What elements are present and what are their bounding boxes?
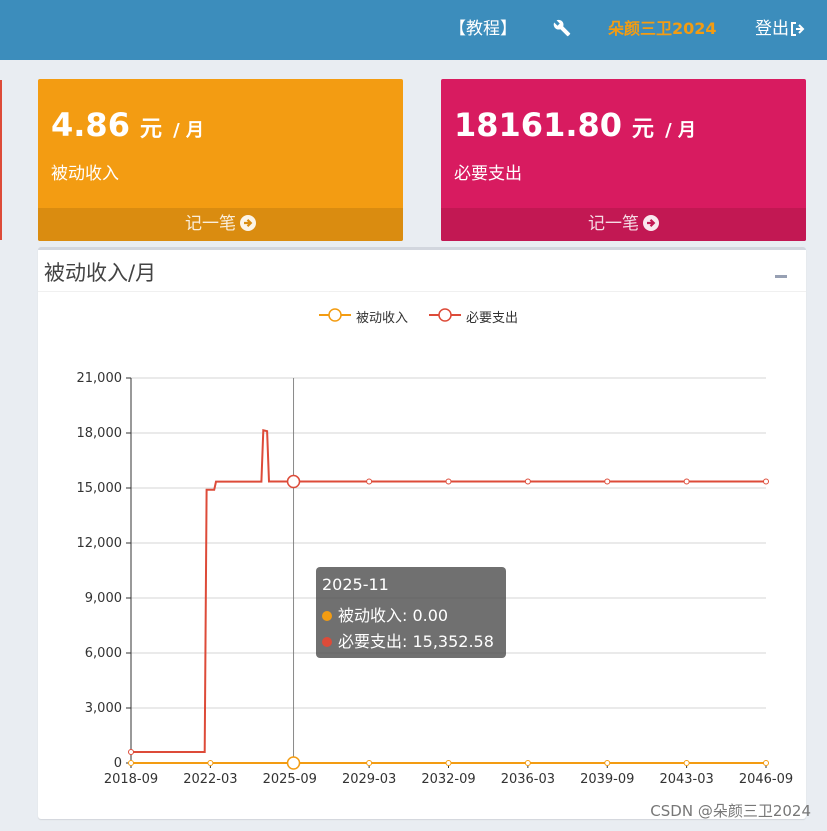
data-point [524,760,531,766]
tooltip-expense-text: 必要支出: 15,352.58 [338,632,494,651]
data-point [128,749,134,755]
y-tick-label: 0 [114,756,122,771]
data-point [683,760,690,766]
chart-tooltip: 2025-11 被动收入: 0.00 必要支出: 15,352.58 [316,567,506,658]
tooltip-row-expense: 必要支出: 15,352.58 [322,628,494,652]
data-point [763,760,769,766]
y-tick-label: 18,000 [77,426,123,441]
x-tick-label: 2018-09 [104,772,158,787]
data-point [683,478,690,485]
data-point [604,760,611,766]
data-point [445,760,452,766]
data-point [763,478,769,485]
csdn-watermark: CSDN @朵颜三卫2024 [650,802,811,820]
tooltip-income-dot [322,610,332,621]
highlight-point [286,756,301,770]
x-tick-label: 2029-03 [342,772,396,787]
data-point [524,478,531,485]
tooltip-date: 2025-11 [322,575,389,594]
data-point [604,478,611,485]
highlight-point [286,474,301,489]
data-point [445,478,452,485]
tooltip-expense-dot [322,636,332,647]
x-tick-label: 2025-09 [263,772,317,787]
tooltip-row-income: 被动收入: 0.00 [322,602,448,626]
data-point [128,760,134,766]
tooltip-income-text: 被动收入: 0.00 [338,606,449,625]
x-tick-label: 2039-09 [580,772,634,787]
y-tick-label: 12,000 [77,536,123,551]
x-tick-label: 2046-09 [739,772,793,787]
data-point [366,760,373,766]
y-tick-label: 21,000 [77,371,123,386]
line-chart: 0 3,000 6,000 9,000 12,000 15,000 18,000 21,000… [77,371,794,787]
data-point [207,760,214,766]
y-tick-label: 6,000 [85,646,122,661]
x-tick-label: 2032-09 [421,772,475,787]
y-tick-label: 9,000 [85,591,122,606]
y-tick-label: 3,000 [85,701,122,716]
y-tick-label: 15,000 [77,481,123,496]
data-point [366,478,373,485]
x-tick-label: 2043-03 [659,772,713,787]
x-tick-label: 2022-03 [183,772,237,787]
x-tick-label: 2036-03 [501,772,555,787]
